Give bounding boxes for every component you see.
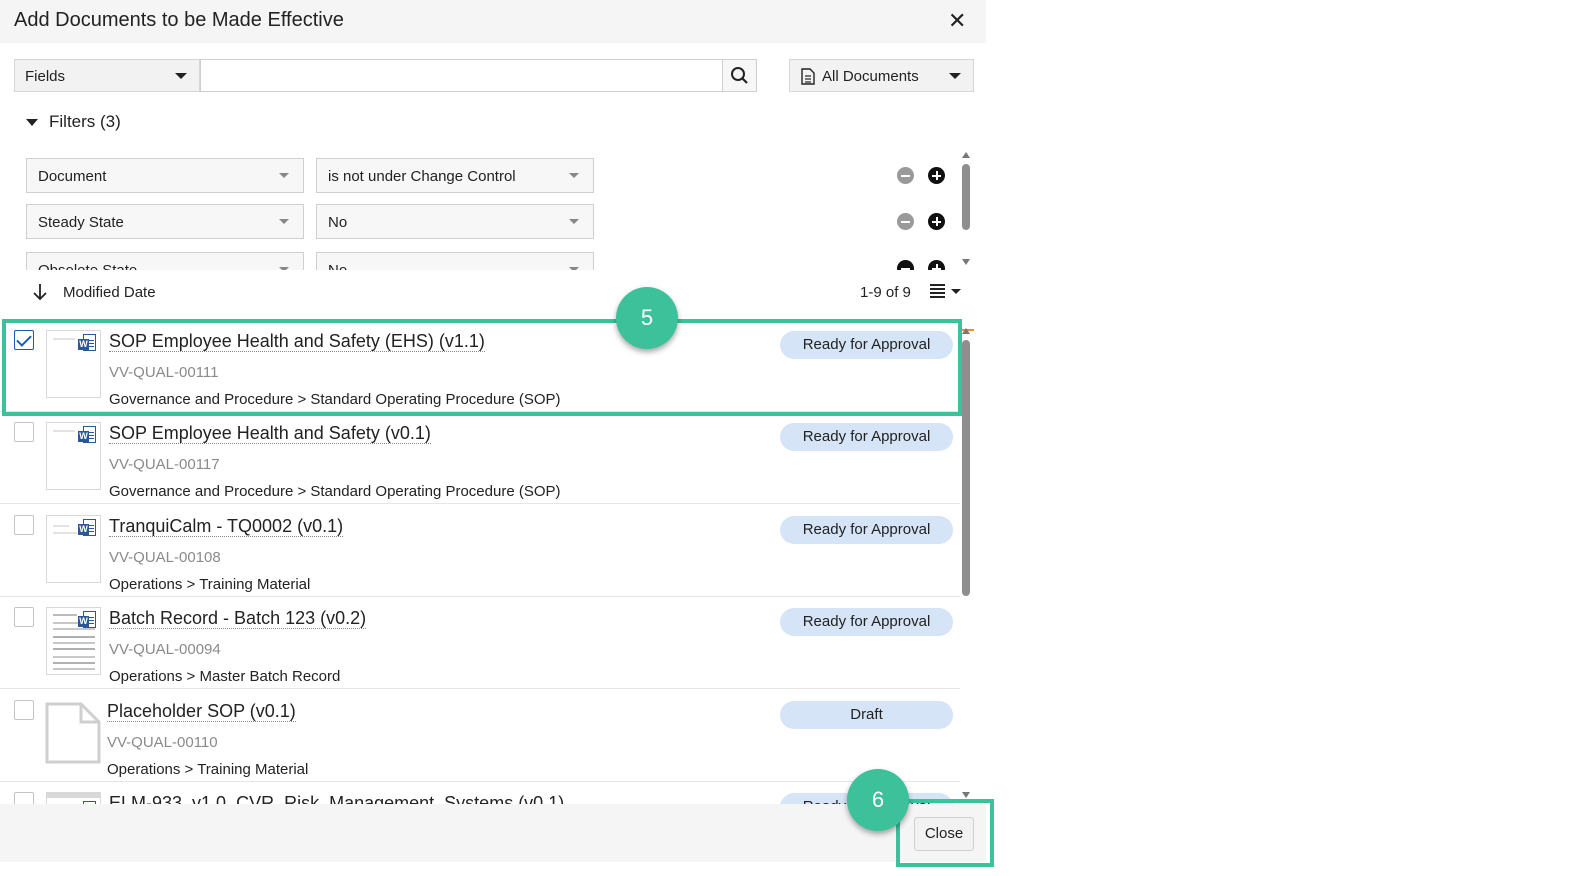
word-file-icon: W bbox=[78, 519, 98, 539]
highlight-close-button bbox=[896, 799, 994, 867]
caret-down-icon bbox=[279, 173, 289, 178]
document-thumbnail: W bbox=[46, 422, 101, 490]
checkbox-icon[interactable] bbox=[14, 422, 34, 442]
search-icon bbox=[731, 67, 748, 84]
caret-down-icon bbox=[569, 173, 579, 178]
step-5-marker: 5 bbox=[616, 287, 678, 349]
scroll-up-arrow[interactable] bbox=[962, 152, 970, 158]
filter-value-select[interactable]: No bbox=[316, 204, 594, 239]
document-type-path: Governance and Procedure > Standard Oper… bbox=[109, 483, 561, 500]
filter-field-select[interactable]: Obsolete State bbox=[26, 252, 304, 270]
scroll-down-arrow[interactable] bbox=[962, 259, 970, 265]
filter-value-label: No bbox=[328, 214, 348, 231]
filter-field-select[interactable]: Document bbox=[26, 158, 304, 193]
add-filter-icon[interactable] bbox=[928, 260, 945, 270]
word-file-icon: W bbox=[78, 426, 98, 446]
search-button[interactable] bbox=[722, 59, 757, 92]
document-title-link[interactable]: Placeholder SOP (v0.1) bbox=[107, 701, 296, 722]
status-badge: Draft bbox=[780, 701, 953, 729]
blank-document-icon bbox=[45, 702, 101, 764]
document-number: VV-QUAL-00094 bbox=[109, 641, 221, 658]
document-title-link[interactable]: Batch Record - Batch 123 (v0.2) bbox=[109, 608, 367, 629]
close-icon[interactable]: ✕ bbox=[948, 9, 966, 33]
scroll-down-arrow[interactable] bbox=[962, 792, 970, 798]
checkbox-icon[interactable] bbox=[14, 607, 34, 627]
status-badge: Ready for Approval bbox=[780, 608, 953, 636]
add-filter-icon[interactable] bbox=[928, 213, 945, 230]
document-type-path: Operations > Master Batch Record bbox=[109, 668, 341, 685]
list-item[interactable]: Placeholder SOP (v0.1) VV-QUAL-00110 Ope… bbox=[0, 690, 960, 782]
highlight-selected-row bbox=[2, 319, 962, 416]
dialog-footer bbox=[0, 804, 986, 862]
document-thumbnail: W bbox=[46, 792, 101, 804]
checkbox-icon[interactable] bbox=[14, 515, 34, 535]
result-count: 1-9 of 9 bbox=[860, 284, 911, 301]
checkbox-icon[interactable] bbox=[14, 700, 34, 720]
filter-field-label: Document bbox=[38, 168, 107, 185]
document-scope-label: All Documents bbox=[822, 68, 919, 85]
caret-down-icon[interactable] bbox=[951, 289, 961, 294]
document-title-link[interactable]: TranquiCalm - TQ0002 (v0.1) bbox=[109, 516, 344, 537]
list-item[interactable]: W Batch Record - Batch 123 (v0.2) VV-QUA… bbox=[0, 597, 960, 689]
document-scope-dropdown[interactable]: All Documents bbox=[789, 59, 974, 92]
remove-filter-icon[interactable] bbox=[897, 167, 914, 184]
caret-down-icon bbox=[279, 219, 289, 224]
list-item[interactable]: W SOP Employee Health and Safety (v0.1) … bbox=[0, 412, 960, 504]
document-icon bbox=[801, 68, 815, 85]
arrow-down-icon[interactable] bbox=[32, 282, 48, 302]
filter-field-select[interactable]: Steady State bbox=[26, 204, 304, 239]
step-6-marker: 6 bbox=[847, 769, 909, 831]
filter-value-label: is not under Change Control bbox=[328, 168, 516, 185]
document-number: VV-QUAL-00117 bbox=[109, 456, 220, 473]
document-thumbnail: W bbox=[46, 515, 101, 583]
status-badge: Ready for Approval bbox=[780, 516, 953, 544]
word-file-icon: W bbox=[78, 611, 98, 631]
document-number: VV-QUAL-00108 bbox=[109, 549, 221, 566]
filters-scrollbar[interactable] bbox=[962, 164, 970, 230]
checkbox-icon[interactable] bbox=[14, 792, 34, 804]
dialog: Add Documents to be Made Effective ✕ Fie… bbox=[0, 0, 986, 876]
caret-down-icon bbox=[26, 119, 38, 126]
remove-filter-icon[interactable] bbox=[897, 260, 914, 270]
filter-value-select[interactable]: is not under Change Control bbox=[316, 158, 594, 193]
dialog-title: Add Documents to be Made Effective bbox=[14, 9, 344, 31]
sort-field-label[interactable]: Modified Date bbox=[63, 284, 156, 301]
dialog-header: Add Documents to be Made Effective ✕ bbox=[0, 0, 986, 43]
remove-filter-icon[interactable] bbox=[897, 213, 914, 230]
filter-field-label: Obsolete State bbox=[38, 262, 137, 270]
caret-down-icon bbox=[175, 73, 187, 79]
scroll-up-arrow[interactable] bbox=[962, 328, 970, 334]
filter-field-label: Steady State bbox=[38, 214, 124, 231]
document-title-link[interactable]: ELM-933_v1.0_CVR_Risk_Management_Systems… bbox=[109, 793, 564, 804]
search-input[interactable] bbox=[200, 59, 723, 92]
filter-rows: Document is not under Change Control Ste… bbox=[0, 148, 986, 270]
fields-dropdown[interactable]: Fields bbox=[14, 59, 200, 92]
sort-bar: Modified Date 1-9 of 9 bbox=[0, 270, 986, 314]
document-type-path: Operations > Training Material bbox=[109, 576, 311, 593]
filter-value-select[interactable]: No bbox=[316, 252, 594, 270]
document-number: VV-QUAL-00110 bbox=[107, 734, 218, 751]
document-thumbnail: W bbox=[46, 607, 101, 675]
list-view-icon[interactable] bbox=[930, 283, 946, 299]
fields-dropdown-label: Fields bbox=[25, 68, 66, 85]
list-item[interactable]: W ELM-933_v1.0_CVR_Risk_Management_Syste… bbox=[0, 782, 960, 804]
list-scrollbar[interactable] bbox=[962, 340, 970, 596]
status-badge: Ready for Approval bbox=[780, 423, 953, 451]
filters-toggle-label: Filters (3) bbox=[49, 112, 121, 131]
document-type-path: Operations > Training Material bbox=[107, 761, 309, 778]
list-item[interactable]: W TranquiCalm - TQ0002 (v0.1) VV-QUAL-00… bbox=[0, 505, 960, 597]
add-filter-icon[interactable] bbox=[928, 167, 945, 184]
filter-value-label: No bbox=[328, 262, 347, 270]
caret-down-icon bbox=[569, 219, 579, 224]
caret-down-icon bbox=[949, 73, 961, 79]
document-title-link[interactable]: SOP Employee Health and Safety (v0.1) bbox=[109, 423, 431, 444]
